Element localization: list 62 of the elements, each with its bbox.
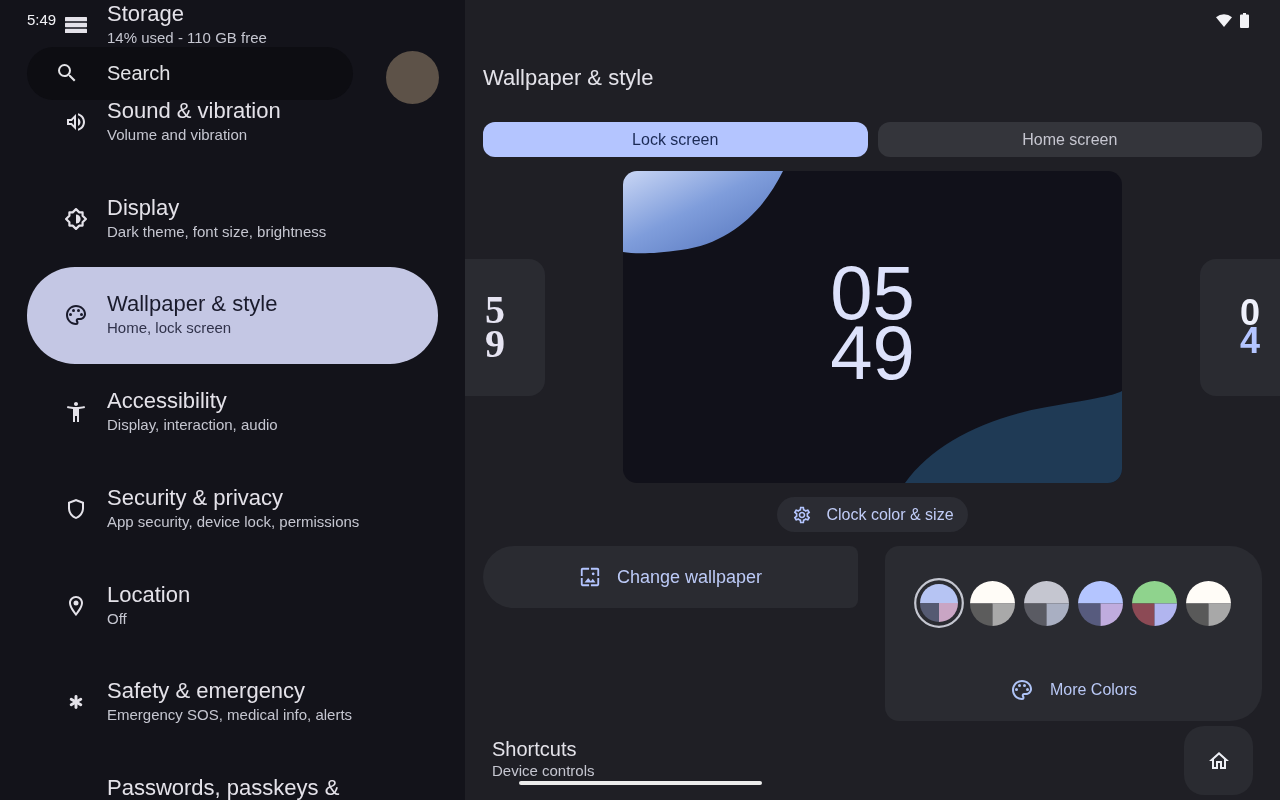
tab[interactable]: Home screen xyxy=(877,122,1262,157)
color-swatch-icon[interactable] xyxy=(1078,580,1123,626)
settings-item-title: Storage xyxy=(107,3,185,25)
color-swatch-icon[interactable] xyxy=(913,578,964,628)
settings-item-subtitle: Volume and vibration xyxy=(107,125,248,144)
settings-item[interactable]: Safety & emergency Emergency SOS, medical info, alerts xyxy=(64,680,438,725)
settings-item-title: Display xyxy=(107,196,180,219)
clock-hour: 05 xyxy=(830,263,915,323)
settings-item[interactable]: Accessibility Display, interaction, audio xyxy=(64,390,438,434)
palette-icon xyxy=(1009,678,1034,702)
tab[interactable]: Lock screen xyxy=(483,122,868,157)
search-bar[interactable]: Search xyxy=(27,47,353,100)
profile-avatar[interactable] xyxy=(386,51,439,104)
clock-style-card[interactable]: 0 4 xyxy=(1200,258,1280,396)
settings-item-title: Safety & emergency xyxy=(107,680,306,703)
settings-item-subtitle: App security, device lock, permissions xyxy=(107,512,360,531)
clock-digit: 9 xyxy=(485,327,505,361)
clock-digit: 5 xyxy=(485,293,505,327)
color-swatch-icon[interactable] xyxy=(1132,580,1177,626)
settings-item-title: Accessibility xyxy=(107,390,227,412)
brightness-icon xyxy=(65,207,87,230)
color-swatch-icon[interactable] xyxy=(1186,580,1231,626)
clock-digit: 4 xyxy=(1240,327,1261,355)
settings-icon xyxy=(792,504,813,525)
settings-item[interactable]: Location Off xyxy=(64,583,438,628)
clock-style-card[interactable]: 5 9 xyxy=(465,258,545,396)
settings-item-title: Location xyxy=(107,583,191,606)
search-field[interactable]: Search xyxy=(107,59,307,88)
settings-item-subtitle: Off xyxy=(107,609,127,628)
palette-icon xyxy=(64,303,88,328)
settings-item-subtitle: 14% used - 110 GB free xyxy=(107,29,267,47)
settings-item-subtitle: Display, interaction, audio xyxy=(107,416,278,434)
change-wallpaper-button[interactable]: Change wallpaper xyxy=(483,546,858,608)
settings-item-subtitle: Dark theme, font size, brightness xyxy=(107,222,327,241)
clock-color-size-button[interactable]: Clock color & size xyxy=(777,497,968,532)
section-title: Shortcuts xyxy=(492,737,577,761)
color-swatch-icon[interactable] xyxy=(970,580,1015,626)
battery-icon xyxy=(1240,12,1249,28)
settings-item-title: Wallpaper & style xyxy=(107,293,278,316)
home-button[interactable] xyxy=(1184,726,1253,795)
settings-item-subtitle: Home, lock screen xyxy=(107,319,232,338)
settings-item-title: Sound & vibration xyxy=(107,99,281,122)
color-swatch-icon[interactable] xyxy=(1024,580,1069,626)
wifi-icon xyxy=(1216,13,1232,27)
clock-minute: 49 xyxy=(830,323,915,383)
settings-item[interactable]: Sound & vibration Volume and vibration xyxy=(64,99,438,144)
clock-digit: 0 xyxy=(1240,299,1261,327)
settings-item[interactable]: Security & privacy App security, device lock, permissions xyxy=(64,486,438,531)
section-subtitle: Device controls xyxy=(492,761,595,780)
more-colors-button[interactable]: More Colors xyxy=(1009,674,1138,706)
settings-item-subtitle: Emergency SOS, medical info, alerts xyxy=(107,706,353,725)
settings-item[interactable]: Display Dark theme, font size, brightness xyxy=(64,196,438,241)
settings-item[interactable]: Passwords, passkeys & xyxy=(64,777,438,799)
page-title: Wallpaper & style xyxy=(483,64,654,92)
accessibility-icon xyxy=(64,399,88,425)
settings-item-title: Passwords, passkeys & xyxy=(107,777,340,799)
status-time: 5:49 xyxy=(27,11,57,29)
settings-item[interactable]: Storage 14% used - 110 GB free xyxy=(64,3,438,47)
settings-item-title: Security & privacy xyxy=(107,486,284,509)
wallpaper-icon xyxy=(578,566,601,588)
storage-icon xyxy=(65,17,87,33)
settings-item[interactable]: Wallpaper & style Home, lock screen xyxy=(27,267,438,365)
